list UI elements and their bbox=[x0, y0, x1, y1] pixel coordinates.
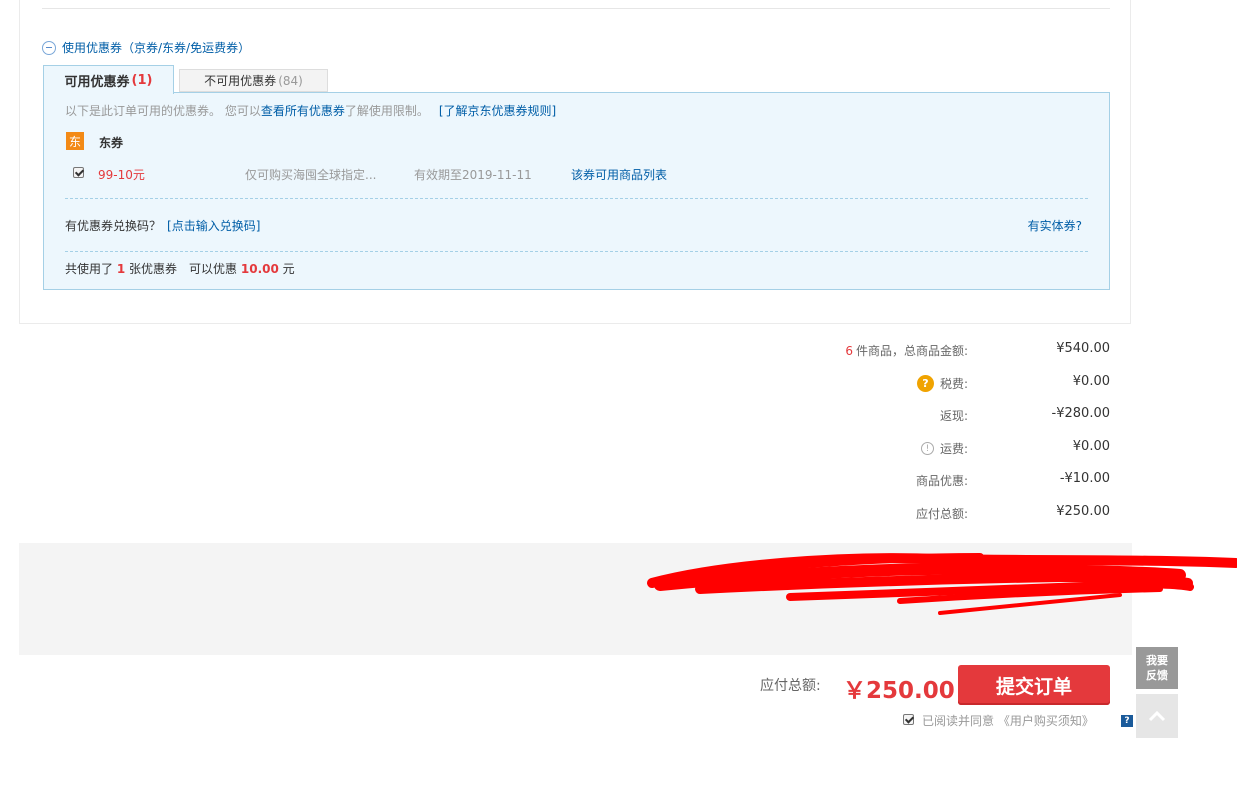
hint-suffix: 了解使用限制。 bbox=[344, 104, 429, 118]
items-count: 6 bbox=[845, 343, 853, 358]
coupon-amount: 99-10元 bbox=[98, 168, 145, 182]
redeem-code-row: 有优惠券兑换码？ [点击输入兑换码] bbox=[65, 217, 260, 234]
coupon-item: 99-10元 仅可购买海囤全球指定... 有效期至2019-11-11 该券可用… bbox=[73, 165, 1093, 183]
tab-available-count: (1) bbox=[131, 72, 153, 88]
dong-coupon-badge: 东 bbox=[66, 132, 84, 150]
amount-row-tax: ? 税费: ¥0.00 bbox=[600, 373, 1110, 392]
tab-available-label: 可用优惠券 bbox=[64, 74, 130, 90]
feedback-button[interactable]: 我要 反馈 bbox=[1136, 647, 1178, 689]
back-to-top-button[interactable] bbox=[1136, 694, 1178, 738]
amount-label: 商品优惠: bbox=[916, 472, 968, 489]
summary-mid: 张优惠券 可以优惠 bbox=[129, 262, 238, 276]
payable-value: ¥250.00 bbox=[1056, 504, 1110, 519]
coupon-hint: 以下是此订单可用的优惠券。 您可以查看所有优惠券了解使用限制。 [了解京东优惠券规… bbox=[65, 102, 556, 119]
summary-amount: 10.00 bbox=[240, 262, 279, 276]
amount-row-goods: 6 件商品，总商品金额: ¥540.00 bbox=[600, 340, 1110, 358]
cashback-value: -¥280.00 bbox=[1051, 406, 1110, 421]
help-icon[interactable]: ? bbox=[1121, 715, 1133, 727]
tab-available-coupons[interactable]: 可用优惠券 (1) bbox=[43, 65, 174, 94]
enter-redeem-code-link[interactable]: [点击输入兑换码] bbox=[167, 219, 260, 233]
coupon-rules-link[interactable]: [了解京东优惠券规则] bbox=[439, 104, 556, 118]
coupon-expiry: 有效期至2019-11-11 bbox=[414, 168, 532, 182]
question-icon[interactable]: ? bbox=[916, 375, 934, 392]
coupon-section-header[interactable]: 使用优惠券（京券/东券/免运费券） bbox=[42, 39, 250, 56]
amount-row-discount: 商品优惠: -¥10.00 bbox=[600, 470, 1110, 488]
hint-prefix: 以下是此订单可用的优惠券。 您可以 bbox=[65, 104, 261, 118]
info-icon[interactable]: ! bbox=[920, 442, 934, 455]
feedback-line1: 我要 bbox=[1146, 654, 1168, 667]
redaction-scribble bbox=[647, 553, 1237, 615]
chevron-up-icon bbox=[1148, 710, 1166, 722]
agreement-row: 已阅读并同意 《用户购买须知》 ? bbox=[903, 711, 1133, 729]
amount-row-payable: 应付总额: ¥250.00 bbox=[600, 503, 1110, 521]
feedback-line2: 反馈 bbox=[1146, 669, 1168, 682]
tab-unavailable-label: 不可用优惠券 bbox=[204, 74, 277, 88]
agree-checkbox[interactable] bbox=[903, 714, 914, 725]
agreement-text[interactable]: 已阅读并同意 《用户购买须知》 bbox=[922, 712, 1094, 729]
collapse-icon[interactable] bbox=[42, 40, 56, 55]
tab-unavailable-coupons[interactable]: 不可用优惠券 (84) bbox=[179, 69, 328, 92]
coupon-checkbox[interactable] bbox=[73, 167, 84, 178]
view-all-coupons-link[interactable]: 查看所有优惠券 bbox=[261, 104, 345, 118]
coupon-list-box: 以下是此订单可用的优惠券。 您可以查看所有优惠券了解使用限制。 [了解京东优惠券规… bbox=[43, 92, 1110, 290]
feedback-label: 我要 反馈 bbox=[1146, 653, 1168, 683]
tab-unavailable-count: (84) bbox=[278, 73, 303, 88]
coupon-scope: 仅可购买海囤全球指定... bbox=[245, 168, 377, 182]
shipping-value: ¥0.00 bbox=[1072, 439, 1110, 454]
discount-label: 商品优惠: bbox=[915, 474, 968, 488]
coupon-usage-summary: 共使用了 1 张优惠券 可以优惠 10.00 元 bbox=[65, 260, 295, 277]
coupon-panel: 使用优惠券（京券/东券/免运费券） 可用优惠券 (1) 不可用优惠券 (84) … bbox=[19, 0, 1131, 324]
amount-label: ? 税费: bbox=[916, 375, 968, 392]
submit-order-button[interactable]: 提交订单 bbox=[958, 665, 1110, 705]
top-divider bbox=[42, 8, 1110, 9]
amount-row-cashback: 返现: -¥280.00 bbox=[600, 405, 1110, 423]
summary-prefix: 共使用了 bbox=[65, 262, 114, 276]
amount-label: 返现: bbox=[940, 407, 968, 424]
discount-value: -¥10.00 bbox=[1059, 471, 1110, 486]
amount-row-shipping: ! 运费: ¥0.00 bbox=[600, 438, 1110, 456]
coupon-section-title[interactable]: 使用优惠券（京券/东券/免运费券） bbox=[62, 39, 250, 56]
tax-label: 税费: bbox=[939, 377, 968, 391]
payable-label: 应付总额: bbox=[915, 507, 968, 521]
shipping-label: 运费: bbox=[939, 442, 968, 456]
dashed-divider bbox=[65, 251, 1088, 252]
payable-total-value: ￥250.00 bbox=[843, 678, 955, 704]
coupon-type-name: 东券 bbox=[99, 136, 124, 150]
coupon-products-link[interactable]: 该券可用商品列表 bbox=[571, 166, 667, 183]
summary-unit: 元 bbox=[282, 262, 295, 276]
physical-coupon-link[interactable]: 有实体券? bbox=[1028, 217, 1082, 234]
goods-total-label: 件商品，总商品金额: bbox=[855, 344, 968, 358]
amount-label: 应付总额: bbox=[916, 505, 968, 522]
amount-label: ! 运费: bbox=[920, 440, 968, 457]
goods-total-value: ¥540.00 bbox=[1056, 341, 1110, 356]
payable-total-label: 应付总额: bbox=[760, 678, 821, 694]
cashback-label: 返现: bbox=[939, 409, 968, 423]
redeem-prefix: 有优惠券兑换码？ bbox=[65, 219, 162, 233]
summary-count: 1 bbox=[116, 262, 126, 276]
dashed-divider bbox=[65, 198, 1088, 199]
amount-label: 6 件商品，总商品金额: bbox=[845, 342, 968, 359]
tax-value: ¥0.00 bbox=[1072, 374, 1110, 389]
